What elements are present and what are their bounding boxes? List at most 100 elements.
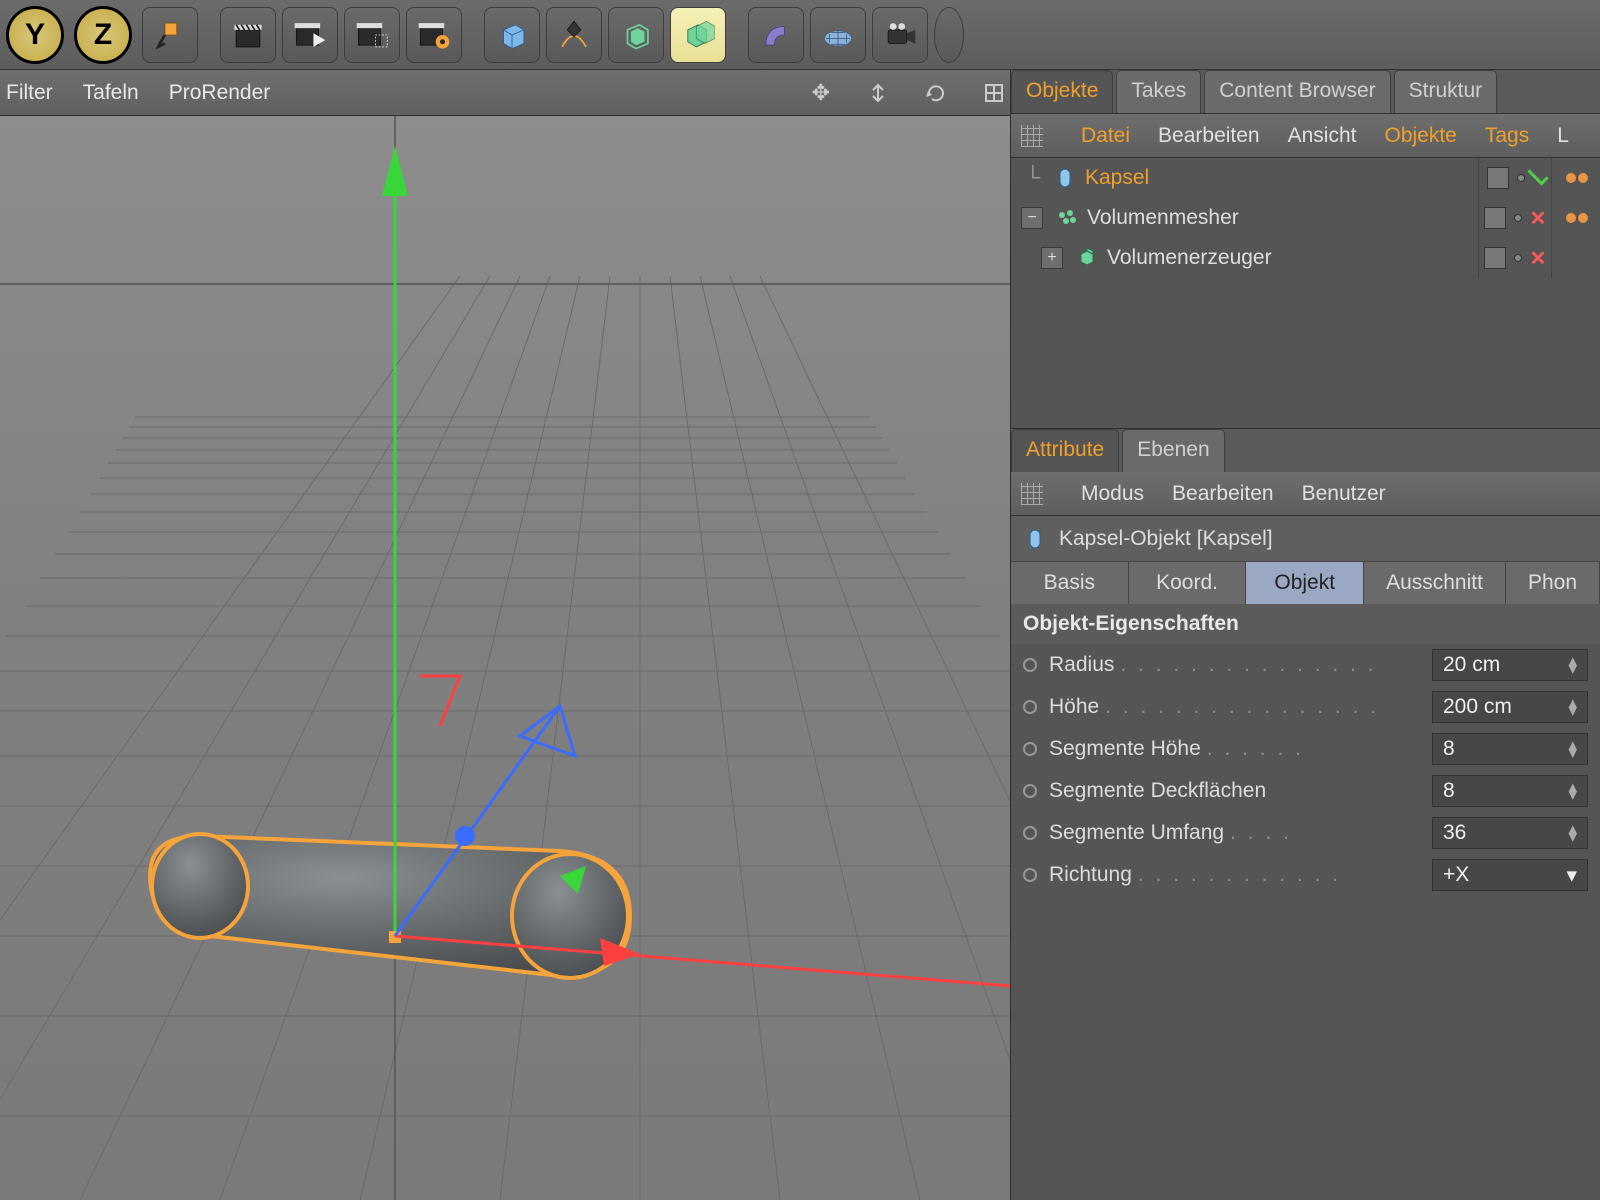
- spinner-icon[interactable]: ▴▾: [1568, 783, 1577, 799]
- dot-grid-icon[interactable]: [1021, 125, 1043, 147]
- tab-struktur[interactable]: Struktur: [1394, 70, 1498, 113]
- seg-hoehe-input[interactable]: 8 ▴▾: [1432, 733, 1588, 765]
- expand-toggle[interactable]: −: [1021, 207, 1043, 229]
- more-tools-button[interactable]: [934, 7, 964, 63]
- dots-spacer: . . . . . . . . . . . .: [1132, 863, 1432, 887]
- tree-label: Volumenmesher: [1087, 206, 1470, 230]
- attr-menu-bearbeiten[interactable]: Bearbeiten: [1172, 482, 1274, 506]
- attr-menu-modus[interactable]: Modus: [1081, 482, 1144, 506]
- viewport-3d[interactable]: [0, 116, 1010, 1200]
- cube-arrow-icon: [153, 18, 187, 52]
- viewport-layout-icon[interactable]: [984, 83, 1004, 103]
- navigate-zoom-icon[interactable]: [868, 83, 888, 103]
- parent-mode-button[interactable]: [142, 7, 198, 63]
- keyframe-dot-icon[interactable]: [1023, 826, 1037, 840]
- richtung-value: +X: [1443, 863, 1469, 887]
- environment-button[interactable]: [810, 7, 866, 63]
- tab-content-browser[interactable]: Content Browser: [1204, 70, 1390, 113]
- volume-button[interactable]: [670, 7, 726, 63]
- navigate-move-icon[interactable]: ✥: [812, 80, 830, 106]
- render-pv-button[interactable]: [282, 7, 338, 63]
- axis-z-button[interactable]: Z: [74, 6, 132, 64]
- bend-deformer-icon: [759, 18, 793, 52]
- camera-button[interactable]: [872, 7, 928, 63]
- tab-ebenen[interactable]: Ebenen: [1122, 429, 1224, 472]
- prop-segmente-hoehe: Segmente Höhe . . . . . . 8▴▾: [1011, 728, 1600, 770]
- seg-hoehe-value: 8: [1443, 737, 1455, 761]
- attribute-menubar: Modus Bearbeiten Benutzer: [1011, 472, 1600, 516]
- radius-value: 20 cm: [1443, 653, 1500, 677]
- deformer-button[interactable]: [748, 7, 804, 63]
- hoehe-input[interactable]: 200 cm▴▾: [1432, 691, 1588, 723]
- menu-prorender[interactable]: ProRender: [169, 81, 271, 105]
- obj-menu-datei[interactable]: Datei: [1081, 124, 1130, 148]
- tree-item-volumenerzeuger[interactable]: + Volumenerzeuger: [1011, 238, 1600, 278]
- spline-pen-button[interactable]: [546, 7, 602, 63]
- richtung-dropdown[interactable]: +X▾: [1432, 859, 1588, 891]
- obj-menu-ansicht[interactable]: Ansicht: [1288, 124, 1357, 148]
- tree-tag-cell[interactable]: [1560, 198, 1600, 238]
- attr-menu-benutzer[interactable]: Benutzer: [1302, 482, 1386, 506]
- cube-primitive-icon: [495, 18, 529, 52]
- object-tree[interactable]: └ Kapsel − Volumenmesher + Volumenerz: [1011, 158, 1600, 428]
- tab-takes[interactable]: Takes: [1116, 70, 1201, 113]
- subtab-ausschnitt[interactable]: Ausschnitt: [1364, 562, 1506, 604]
- tree-item-kapsel[interactable]: └ Kapsel: [1011, 158, 1600, 198]
- expand-toggle[interactable]: +: [1041, 247, 1063, 269]
- keyframe-dot-icon[interactable]: [1023, 868, 1037, 882]
- volumegen-icon: [1075, 246, 1099, 270]
- axis-y-label: Y: [25, 18, 45, 52]
- clapboard-gear-icon: [417, 18, 451, 52]
- subtab-objekt[interactable]: Objekt: [1246, 562, 1364, 604]
- subtab-koord[interactable]: Koord.: [1129, 562, 1247, 604]
- tree-visibility[interactable]: [1478, 158, 1552, 198]
- primitive-cube-button[interactable]: [484, 7, 540, 63]
- tree-item-volumenmesher[interactable]: − Volumenmesher: [1011, 198, 1600, 238]
- subtab-phong[interactable]: Phon: [1506, 562, 1600, 604]
- dot-grid-icon[interactable]: [1021, 483, 1043, 505]
- dots-spacer: . . . .: [1224, 821, 1432, 845]
- prop-label: Segmente Umfang: [1049, 821, 1224, 845]
- section-header: Objekt-Eigenschaften: [1011, 604, 1600, 644]
- tree-tag-cell[interactable]: [1560, 238, 1600, 278]
- spinner-icon[interactable]: ▴▾: [1568, 825, 1577, 841]
- axis-y-button[interactable]: Y: [6, 6, 64, 64]
- obj-menu-more[interactable]: L: [1557, 124, 1569, 148]
- tab-attribute[interactable]: Attribute: [1011, 429, 1119, 472]
- subtab-basis[interactable]: Basis: [1011, 562, 1129, 604]
- spinner-icon[interactable]: ▴▾: [1568, 741, 1577, 757]
- spinner-icon[interactable]: ▴▾: [1568, 699, 1577, 715]
- menu-filter[interactable]: Filter: [6, 81, 53, 105]
- tree-tag-cell[interactable]: [1560, 158, 1600, 198]
- tree-line-icon: └: [1021, 166, 1045, 190]
- capsule-icon: [1053, 166, 1077, 190]
- radius-input[interactable]: 20 cm ▴▾: [1432, 649, 1588, 681]
- seg-umfang-input[interactable]: 36▴▾: [1432, 817, 1588, 849]
- axis-z-label: Z: [94, 18, 112, 52]
- render-view-button[interactable]: [220, 7, 276, 63]
- obj-menu-bearbeiten[interactable]: Bearbeiten: [1158, 124, 1260, 148]
- render-settings-button[interactable]: [406, 7, 462, 63]
- keyframe-dot-icon[interactable]: [1023, 658, 1037, 672]
- tree-visibility[interactable]: [1478, 238, 1552, 278]
- capsule-icon: [1023, 527, 1047, 551]
- navigate-rotate-icon[interactable]: [926, 83, 946, 103]
- tree-label: Volumenerzeuger: [1107, 246, 1470, 270]
- prop-segmente-umfang: Segmente Umfang . . . . 36▴▾: [1011, 812, 1600, 854]
- seg-deck-input[interactable]: 8▴▾: [1432, 775, 1588, 807]
- menu-tafeln[interactable]: Tafeln: [83, 81, 139, 105]
- generator-button[interactable]: [608, 7, 664, 63]
- clapboard-icon: [231, 18, 265, 52]
- tab-objekte[interactable]: Objekte: [1011, 70, 1113, 113]
- tree-visibility[interactable]: [1478, 198, 1552, 238]
- spinner-icon[interactable]: ▴▾: [1568, 657, 1577, 673]
- keyframe-dot-icon[interactable]: [1023, 742, 1037, 756]
- obj-menu-tags[interactable]: Tags: [1485, 124, 1529, 148]
- subdivision-icon: [619, 18, 653, 52]
- render-region-button[interactable]: [344, 7, 400, 63]
- volume-voxel-icon: [681, 18, 715, 52]
- keyframe-dot-icon[interactable]: [1023, 784, 1037, 798]
- keyframe-dot-icon[interactable]: [1023, 700, 1037, 714]
- obj-menu-objekte[interactable]: Objekte: [1384, 124, 1456, 148]
- dots-spacer: . . . . . . . . . . . . . . . .: [1099, 695, 1432, 719]
